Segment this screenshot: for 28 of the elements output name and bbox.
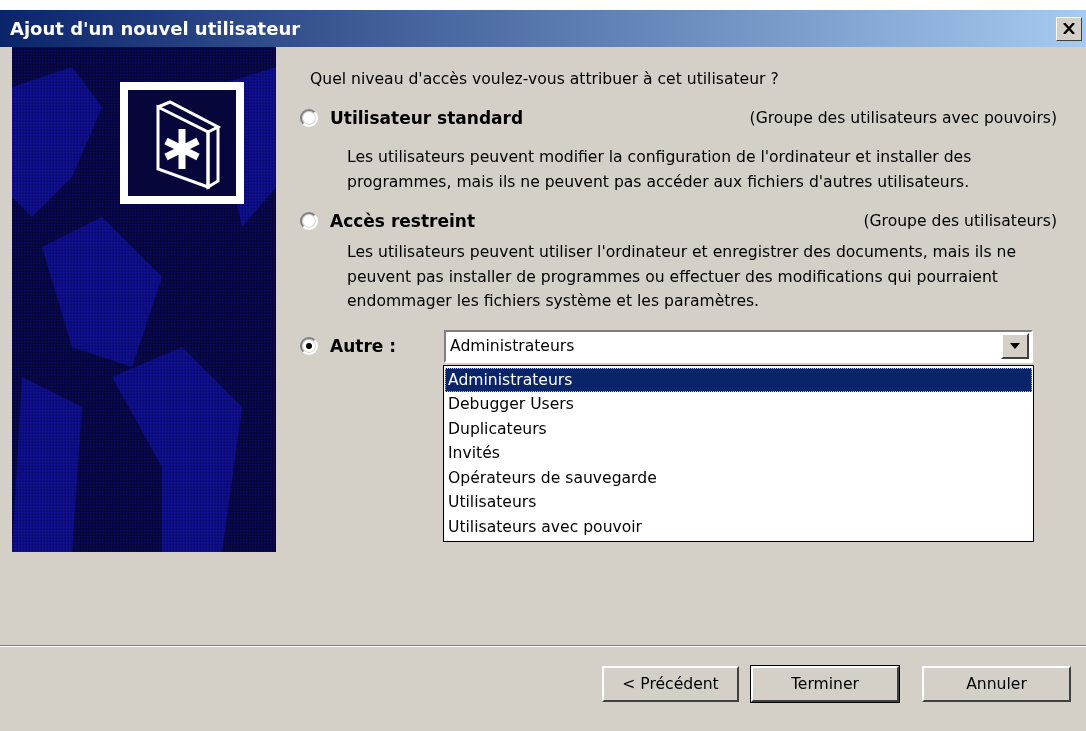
dialog-button[interactable]: Annuler bbox=[922, 666, 1071, 702]
dropdown-arrow-button[interactable] bbox=[1001, 333, 1029, 359]
window-title: Ajout d'un nouvel utilisateur bbox=[10, 18, 301, 39]
close-button[interactable] bbox=[1056, 16, 1082, 41]
dialog-button[interactable]: Terminer bbox=[751, 666, 899, 702]
option-description: Les utilisateurs peuvent modifier la configuration de l'ordinateur et installer des programmes, mais ils ne peuvent pas accéder aux fichiers d'autres utilisateurs. bbox=[347, 147, 973, 193]
list-item[interactable]: Administrateurs bbox=[445, 367, 1032, 392]
radio-button[interactable] bbox=[300, 109, 318, 127]
close-icon bbox=[1063, 23, 1075, 34]
option-label[interactable]: Accès restreint bbox=[330, 211, 475, 231]
radio-button[interactable] bbox=[300, 337, 318, 355]
option-label[interactable]: Utilisateur standard bbox=[330, 108, 524, 128]
list-item[interactable]: Invités bbox=[445, 441, 1032, 466]
asterisk-key-icon bbox=[120, 82, 244, 204]
question-text: Quel niveau d'accès voulez-vous attribuer à cet utilisateur ? bbox=[310, 69, 780, 90]
group-note: (Groupe des utilisateurs avec pouvoirs) bbox=[749, 109, 1057, 127]
list-item[interactable]: Duplicateurs bbox=[445, 416, 1032, 441]
list-item[interactable]: Utilisateurs avec pouvoir bbox=[445, 514, 1032, 539]
list-item[interactable]: Utilisateurs bbox=[445, 490, 1032, 515]
dialog-button[interactable]: < Précédent bbox=[602, 666, 739, 702]
caret-icon bbox=[1010, 343, 1020, 349]
option-description: Les utilisateurs peuvent utiliser l'ordinateur et enregistrer des documents, mais ils ne peuvent pas installer de programmes ou effectuer des modifications qui pourraient endommager les fichiers système et les paramètres. bbox=[347, 242, 1017, 312]
option-label[interactable]: Autre : bbox=[330, 336, 397, 356]
list-item[interactable]: Opérateurs de sauvegarde bbox=[445, 465, 1032, 490]
group-note: (Groupe des utilisateurs) bbox=[863, 212, 1057, 230]
group-dropdown[interactable]: Administrateurs bbox=[444, 329, 1033, 363]
list-item[interactable]: Debugger Users bbox=[445, 392, 1032, 417]
radio-button[interactable] bbox=[300, 212, 318, 230]
